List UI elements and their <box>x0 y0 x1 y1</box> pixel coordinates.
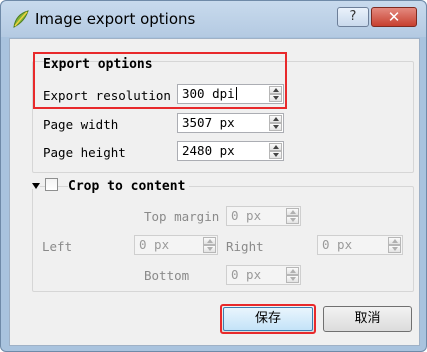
image-export-dialog: Image export options ? ✕ Export options … <box>0 0 427 352</box>
page-width-label: Page width <box>43 117 119 132</box>
spin-down-arrow-icon[interactable] <box>269 94 282 102</box>
top-margin-spinbox[interactable]: 0 px <box>226 206 301 226</box>
spin-up-arrow-icon[interactable] <box>269 115 282 123</box>
text-caret <box>235 87 237 100</box>
dialog-body: Export options Export resolution 300 dpi… <box>9 38 420 346</box>
page-height-value: 2480 px <box>182 143 235 158</box>
spin-up-arrow-icon[interactable] <box>203 237 216 245</box>
top-margin-label: Top margin <box>144 209 220 224</box>
left-margin-value: 0 px <box>139 237 170 252</box>
spin-up-arrow-icon[interactable] <box>269 143 282 151</box>
page-width-value: 3507 px <box>182 115 235 130</box>
crop-to-content-label: Crop to content <box>68 179 190 194</box>
left-margin-spinbox[interactable]: 0 px <box>134 235 218 255</box>
save-button[interactable]: 保存 <box>220 304 316 334</box>
spin-down-arrow-icon[interactable] <box>269 123 282 131</box>
save-button-label: 保存 <box>254 311 281 326</box>
bottom-margin-value: 0 px <box>231 267 262 282</box>
close-button[interactable]: ✕ <box>371 7 417 27</box>
right-margin-label: Right <box>226 239 264 254</box>
left-margin-label: Left <box>42 239 73 254</box>
spin-up-arrow-icon[interactable] <box>286 267 299 275</box>
right-margin-spinbox[interactable]: 0 px <box>317 235 403 255</box>
export-resolution-value: 300 dpi <box>182 86 235 101</box>
bottom-margin-label: Bottom <box>144 268 190 283</box>
page-width-spinbox[interactable]: 3507 px <box>177 113 284 133</box>
page-height-spinbox[interactable]: 2480 px <box>177 141 284 161</box>
title-bar[interactable]: Image export options ? ✕ <box>1 1 426 37</box>
spin-down-arrow-icon[interactable] <box>286 216 299 224</box>
qgis-logo-icon <box>13 10 29 28</box>
collapse-arrow-icon[interactable] <box>32 183 40 189</box>
top-margin-value: 0 px <box>231 208 262 223</box>
spin-down-arrow-icon[interactable] <box>286 275 299 283</box>
crop-to-content-checkbox[interactable] <box>45 178 58 191</box>
help-button[interactable]: ? <box>337 7 369 27</box>
spin-up-arrow-icon[interactable] <box>388 237 401 245</box>
window-title: Image export options <box>35 10 196 28</box>
export-resolution-label: Export resolution <box>43 88 171 103</box>
spin-down-arrow-icon[interactable] <box>388 245 401 253</box>
export-options-title: Export options <box>43 57 153 72</box>
bottom-margin-spinbox[interactable]: 0 px <box>226 265 301 285</box>
cancel-button[interactable]: 取消 <box>323 306 412 332</box>
export-resolution-spinbox[interactable]: 300 dpi <box>177 84 284 104</box>
spin-up-arrow-icon[interactable] <box>286 208 299 216</box>
page-height-label: Page height <box>43 145 126 160</box>
spin-down-arrow-icon[interactable] <box>203 245 216 253</box>
spin-up-arrow-icon[interactable] <box>269 86 282 94</box>
spin-down-arrow-icon[interactable] <box>269 151 282 159</box>
right-margin-value: 0 px <box>322 237 353 252</box>
